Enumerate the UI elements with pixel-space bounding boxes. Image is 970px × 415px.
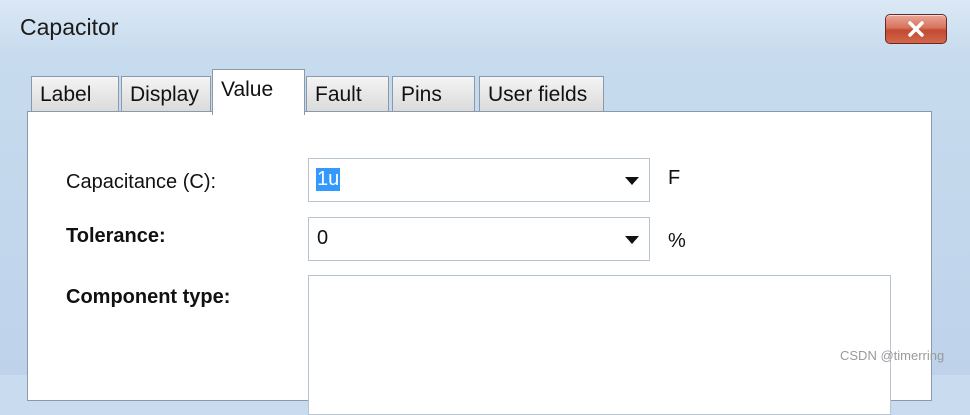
chevron-down-icon[interactable] bbox=[625, 177, 639, 185]
tab-user-fields[interactable]: User fields bbox=[479, 76, 604, 112]
tolerance-combobox[interactable]: 0 bbox=[308, 217, 650, 261]
dialog-window: Capacitor Label Display Value Fault Pins… bbox=[0, 0, 970, 415]
capacitance-value: 1u bbox=[316, 168, 341, 191]
close-button[interactable] bbox=[885, 14, 947, 44]
tolerance-unit: % bbox=[668, 230, 686, 252]
close-icon bbox=[908, 21, 924, 37]
tolerance-value: 0 bbox=[317, 227, 329, 249]
capacitance-label: Capacitance (C): bbox=[66, 171, 217, 193]
tab-value[interactable]: Value bbox=[212, 69, 305, 115]
tab-fault[interactable]: Fault bbox=[306, 76, 389, 112]
capacitance-combobox[interactable]: 1u bbox=[308, 158, 650, 202]
capacitance-unit: F bbox=[668, 167, 681, 189]
tab-display[interactable]: Display bbox=[121, 76, 211, 112]
tab-pins[interactable]: Pins bbox=[392, 76, 475, 112]
component-type-label: Component type: bbox=[66, 286, 231, 308]
component-type-field[interactable] bbox=[308, 275, 891, 415]
watermark: CSDN @timerring bbox=[840, 348, 945, 363]
chevron-down-icon[interactable] bbox=[625, 236, 639, 244]
value-tab-panel: Capacitance (C): 1u F Tolerance: 0 % Com… bbox=[27, 111, 932, 415]
tolerance-label: Tolerance: bbox=[66, 225, 166, 247]
tab-label[interactable]: Label bbox=[31, 76, 119, 112]
window-title: Capacitor bbox=[20, 14, 119, 40]
